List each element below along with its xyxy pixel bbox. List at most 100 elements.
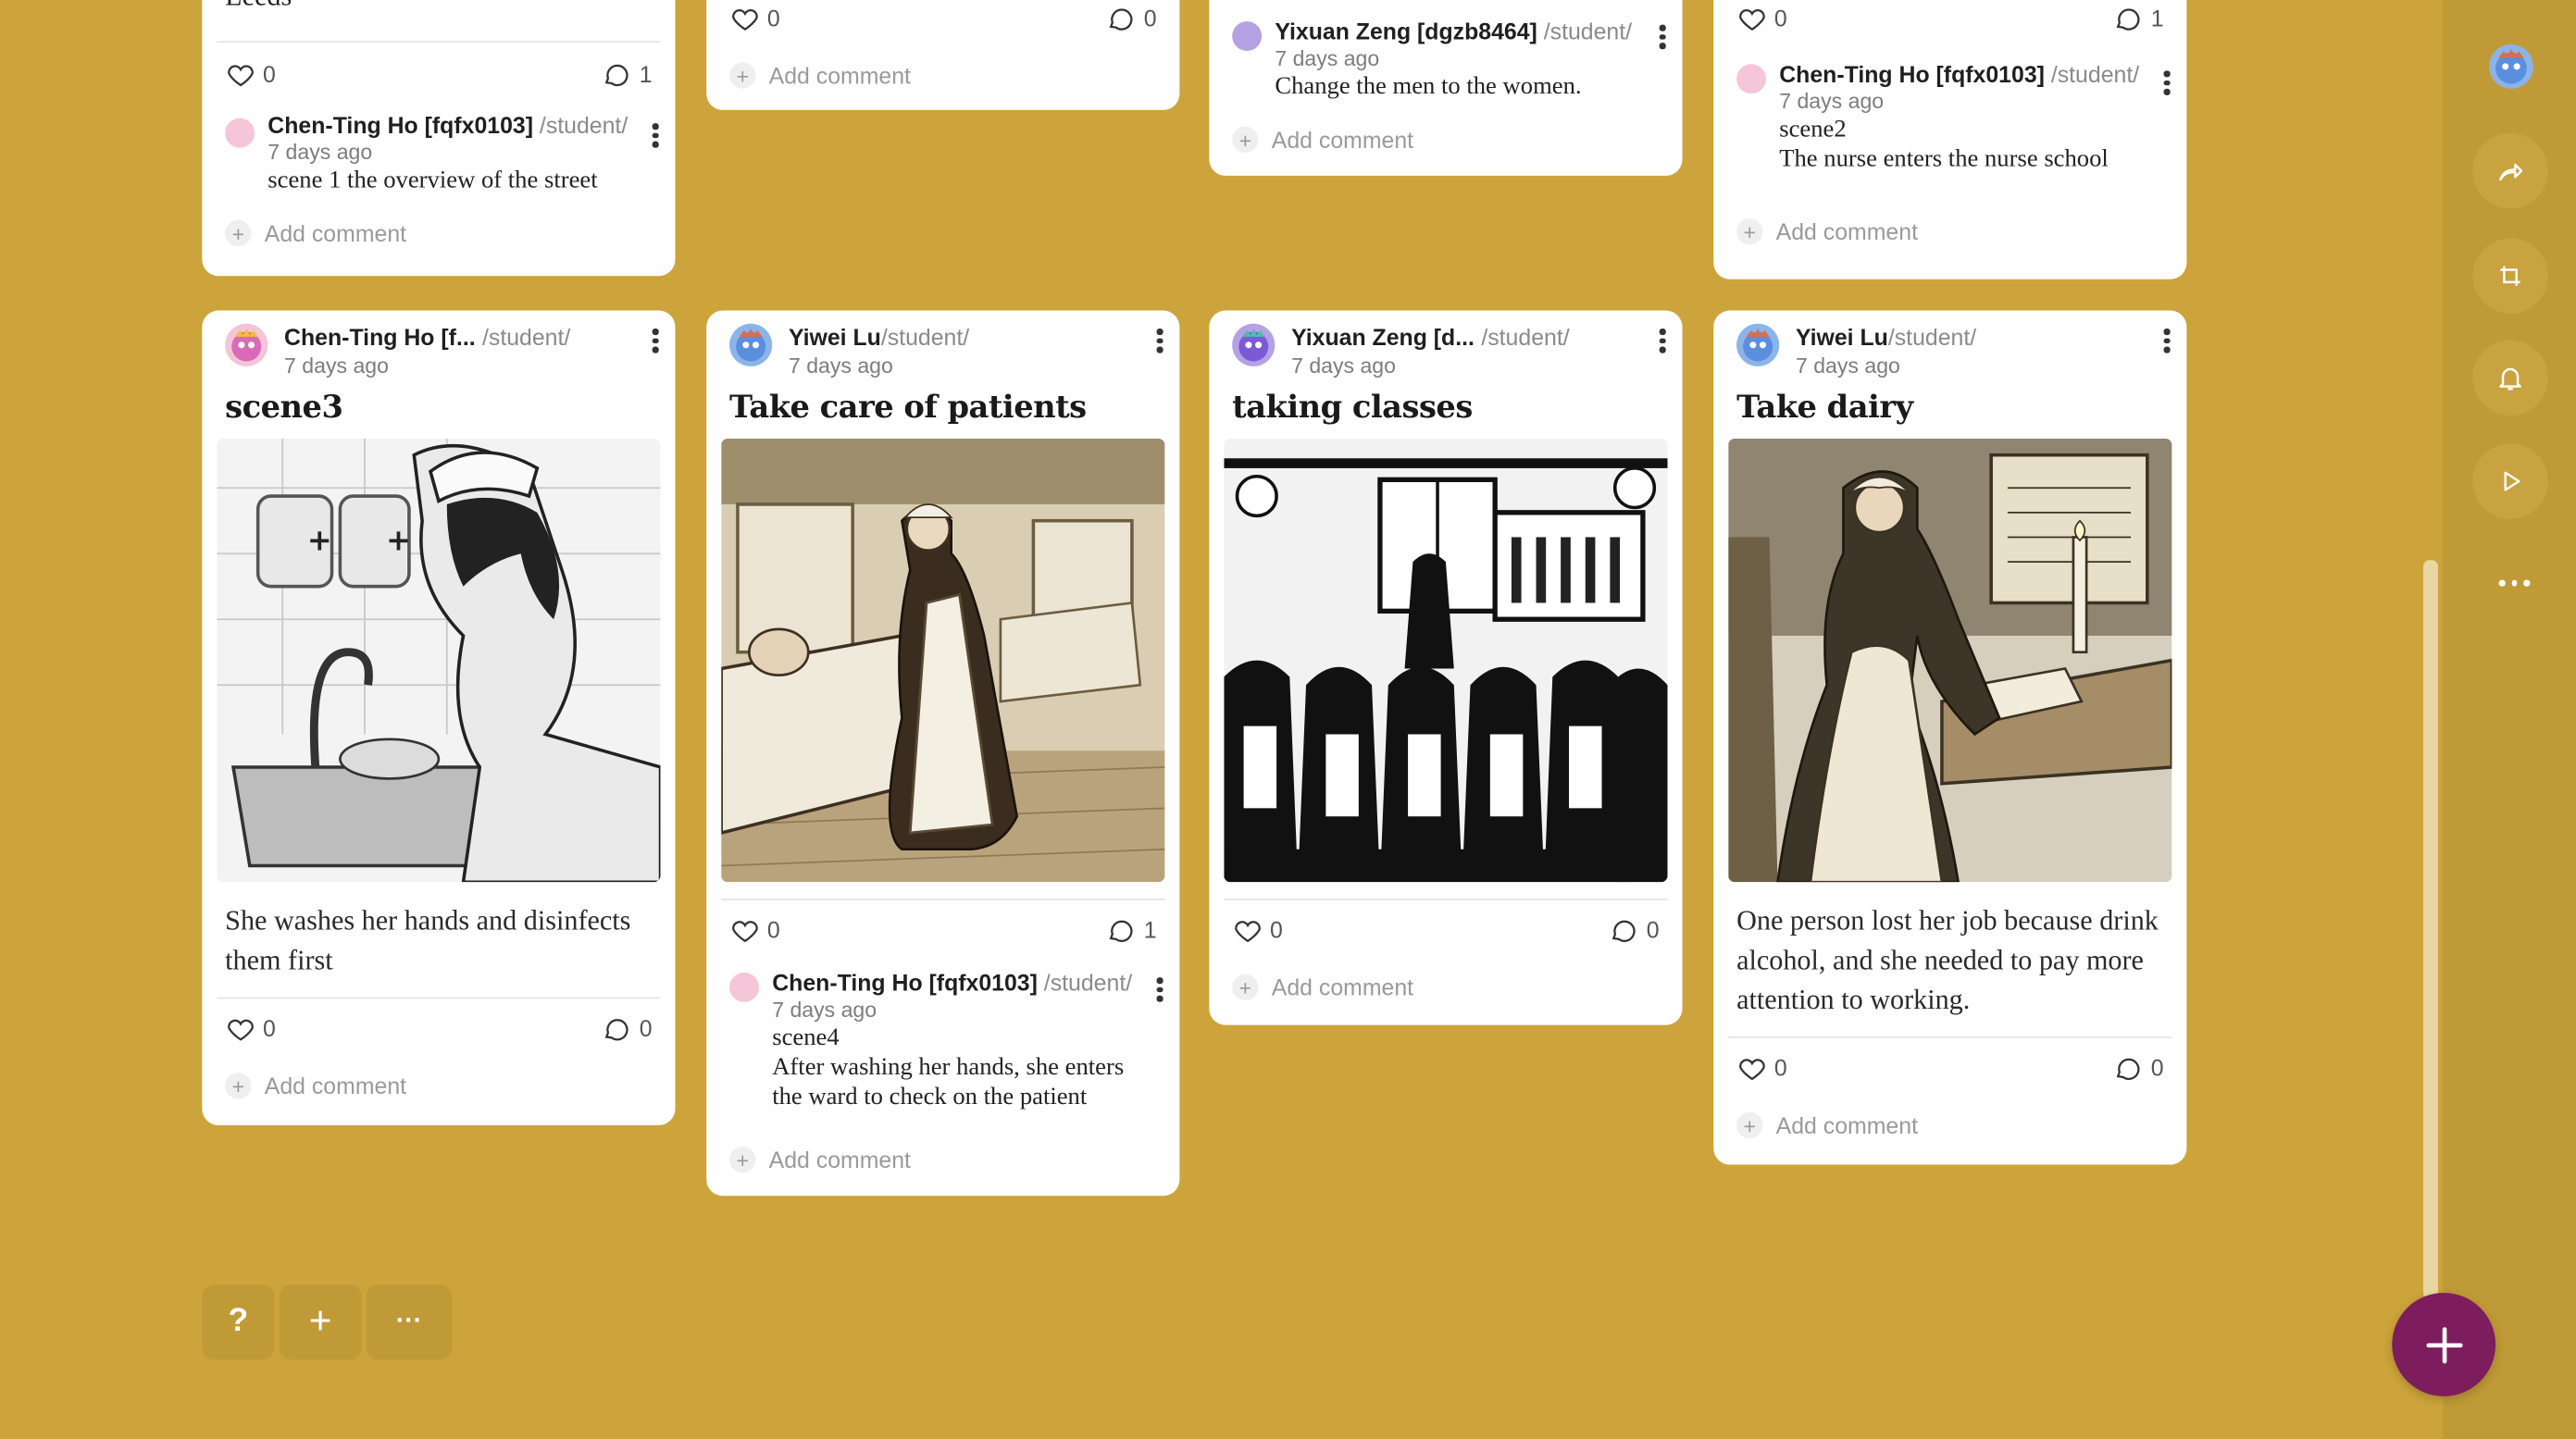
padlet-board: Leeds 0 1 Chen-Ting Ho [fqfx0103] /stude… <box>0 0 2576 1439</box>
slideshow-button[interactable] <box>2472 443 2548 519</box>
add-post-button[interactable] <box>2392 1293 2496 1396</box>
add-comment-placeholder: Add comment <box>1775 218 1918 245</box>
comment-text-line-1: scene4 <box>772 1024 840 1052</box>
plus-icon: + <box>225 219 252 247</box>
comment-icon <box>1109 919 1133 941</box>
post-header: Yixuan Zeng [d... /student/ 7 days ago <box>1209 310 1682 382</box>
comment-count-button[interactable]: 0 <box>602 1012 653 1044</box>
post-stats: 0 0 <box>1713 1038 2186 1098</box>
post-time: 7 days ago <box>284 353 389 378</box>
comment-menu-icon[interactable] <box>2162 70 2172 96</box>
heart-icon <box>1739 8 1765 31</box>
share-button[interactable] <box>2472 132 2548 209</box>
comment: Chen-Ting Ho [fqfx0103] /student/ 7 days… <box>706 960 1179 1123</box>
comment-icon <box>2116 1057 2140 1080</box>
add-comment-placeholder: Add comment <box>264 219 407 247</box>
like-count: 0 <box>262 60 276 88</box>
commenter-path: /student/ <box>1543 18 1633 44</box>
add-comment-placeholder: Add comment <box>264 1073 407 1099</box>
nurse-washing-hands-image[interactable]: + + <box>217 438 661 883</box>
author-avatar <box>1736 323 1780 366</box>
post-card[interactable]: Yixuan Zeng [dgzb8464] /student/ 7 days … <box>1209 0 1683 176</box>
post-stats: 0 0 <box>1209 900 1682 960</box>
scrollbar[interactable] <box>2422 560 2438 1300</box>
add-comment-placeholder: Add comment <box>768 62 911 89</box>
like-button[interactable]: 0 <box>1736 1052 1787 1084</box>
post-stats: 0 1 <box>706 900 1179 960</box>
post-card[interactable]: 0 0 + Add comment <box>706 0 1180 110</box>
post-card[interactable]: Yiwei Lu/student/ 7 days ago Take care o… <box>706 310 1180 1197</box>
post-menu-icon[interactable] <box>651 329 661 354</box>
add-comment-input[interactable]: + Add comment <box>706 47 1179 103</box>
comment-menu-icon[interactable] <box>1658 24 1668 51</box>
commenter-avatar <box>1736 64 1767 94</box>
like-button[interactable]: 0 <box>1736 3 1787 34</box>
comment-count-button[interactable]: 0 <box>1609 914 1660 946</box>
commenter-path: /student/ <box>2050 60 2140 88</box>
add-comment-input[interactable]: + Add comment <box>1209 960 1682 1015</box>
comment-time: 7 days ago <box>1275 45 1380 71</box>
like-count: 0 <box>766 916 780 943</box>
like-count: 0 <box>1269 916 1283 943</box>
more-options-button[interactable]: ··· <box>366 1284 453 1359</box>
comment-time: 7 days ago <box>772 997 877 1023</box>
play-icon <box>2504 471 2520 491</box>
add-comment-input[interactable]: + Add comment <box>1713 1098 2186 1153</box>
post-body-text: One person lost her job because drink al… <box>1736 905 2159 1016</box>
commenter-name: Chen-Ting Ho [fqfx0103] <box>268 111 534 139</box>
comment-count-button[interactable]: 1 <box>602 58 653 90</box>
commenter-avatar <box>225 118 255 148</box>
comment-menu-icon[interactable] <box>651 123 661 149</box>
comment-count-button[interactable]: 0 <box>1106 3 1157 34</box>
comment-text: Change the men to the women. <box>1275 73 1582 101</box>
post-title: taking classes <box>1232 389 1473 426</box>
post-menu-icon[interactable] <box>1155 329 1165 354</box>
like-button[interactable]: 0 <box>1232 914 1283 946</box>
comment-count: 0 <box>639 1015 653 1042</box>
comment-menu-icon[interactable] <box>1155 977 1165 1003</box>
add-section-button[interactable]: + <box>279 1284 362 1359</box>
add-comment-input[interactable]: + Add comment <box>1209 112 1682 167</box>
author-name: Yiwei Lu <box>788 323 881 351</box>
comment-icon <box>2116 7 2140 30</box>
post-card[interactable]: Yiwei Lu/student/ 7 days ago Take dairy <box>1713 310 2187 1165</box>
more-label: ··· <box>395 1307 423 1335</box>
nurse-writing-diary-image[interactable] <box>1728 438 2172 883</box>
notifications-button[interactable] <box>2472 340 2548 416</box>
like-button[interactable]: 0 <box>729 914 780 946</box>
remake-button[interactable] <box>2472 238 2548 315</box>
post-card[interactable]: Leeds 0 1 Chen-Ting Ho [fqfx0103] /stude… <box>202 0 676 277</box>
like-button[interactable]: 0 <box>225 1012 276 1044</box>
like-button[interactable]: 0 <box>225 58 276 90</box>
post-time: 7 days ago <box>1795 353 1900 378</box>
post-header: Yiwei Lu/student/ 7 days ago <box>706 310 1179 382</box>
add-comment-placeholder: Add comment <box>1271 974 1414 1001</box>
post-card[interactable]: 0 1 Chen-Ting Ho [fqfx0103] /student/ 7 … <box>1713 0 2187 279</box>
bell-icon <box>2499 367 2521 391</box>
share-icon <box>2499 163 2523 181</box>
comment-count-button[interactable]: 1 <box>1106 914 1157 946</box>
nurse-in-hospital-ward-image[interactable] <box>721 438 1165 883</box>
commenter-path: /student/ <box>1043 969 1133 996</box>
add-comment-input[interactable]: + Add comment <box>202 205 675 261</box>
nurses-in-classroom-image[interactable] <box>1224 438 1668 883</box>
user-avatar[interactable] <box>2488 43 2533 89</box>
commenter-avatar <box>729 972 760 1002</box>
like-button[interactable]: 0 <box>729 3 780 34</box>
author-name: Yiwei Lu <box>1795 323 1888 351</box>
more-icon[interactable] <box>2498 568 2539 598</box>
post-card[interactable]: Yixuan Zeng [d... /student/ 7 days ago t… <box>1209 310 1683 1025</box>
comment-count-button[interactable]: 0 <box>2113 1052 2164 1084</box>
post-menu-icon[interactable] <box>2162 329 2172 354</box>
comment-count-button[interactable]: 1 <box>2113 3 2164 34</box>
post-menu-icon[interactable] <box>1658 329 1668 354</box>
add-comment-input[interactable]: + Add comment <box>202 1058 675 1113</box>
post-card[interactable]: Chen-Ting Ho [f... /student/ 7 days ago … <box>202 310 676 1125</box>
help-button[interactable]: ? <box>202 1284 275 1359</box>
svg-text:+: + <box>307 523 332 558</box>
add-comment-input[interactable]: + Add comment <box>1713 204 2186 259</box>
add-comment-input[interactable]: + Add comment <box>706 1132 1179 1187</box>
comment-count: 1 <box>639 60 653 88</box>
plus-icon: + <box>1736 1111 1763 1139</box>
post-time: 7 days ago <box>788 353 893 378</box>
